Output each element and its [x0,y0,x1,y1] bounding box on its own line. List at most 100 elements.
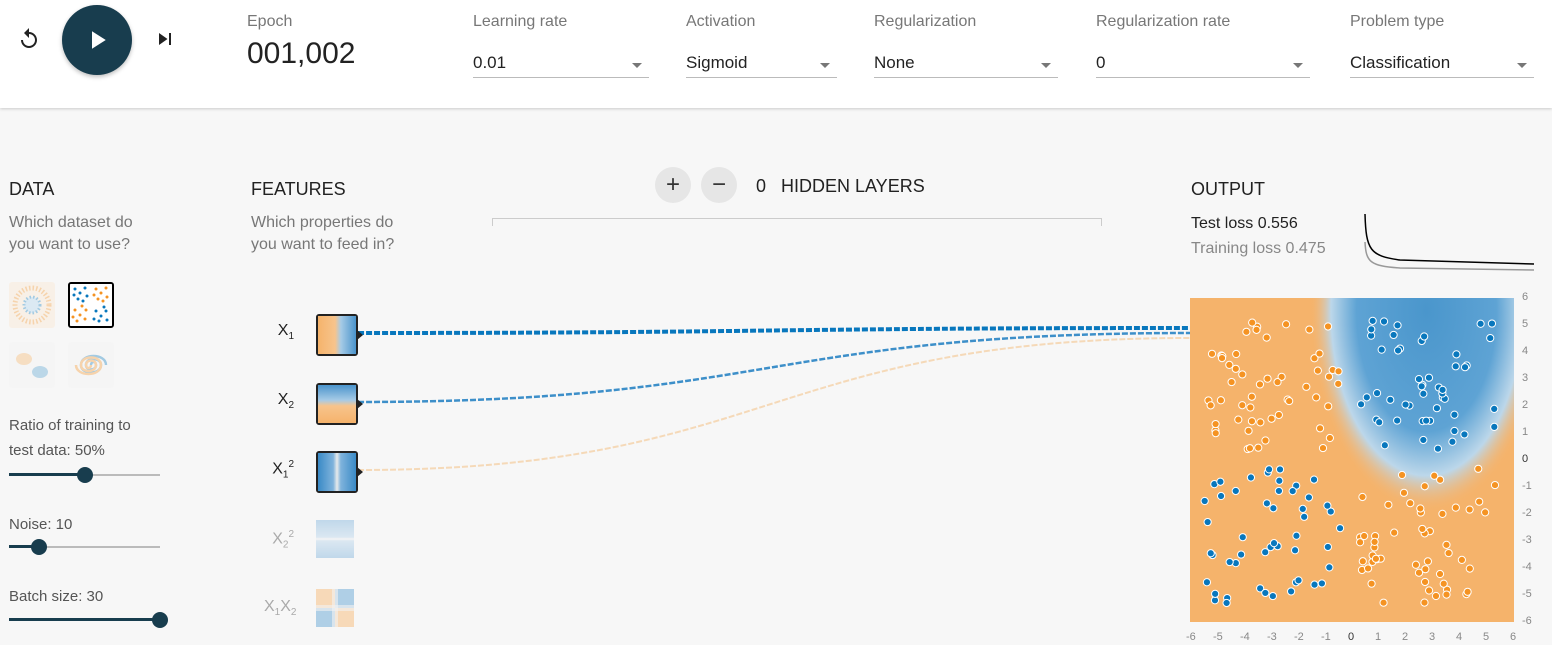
feature-x1-squared-node[interactable] [316,451,363,493]
data-point [1379,598,1388,607]
x-tick-label: 2 [1402,631,1409,643]
data-point [1420,577,1430,587]
y-tick-label: -3 [1522,534,1532,546]
remove-layer-button[interactable]: − [701,167,737,203]
data-point [1232,349,1241,359]
link-x1-output [357,326,1191,335]
data-point [1216,396,1225,405]
output-heading: OUTPUT [1191,179,1265,199]
data-point [1290,546,1300,555]
data-point [1457,555,1466,565]
feature-x2-squared-label: X22 [272,529,294,551]
plus-icon: + [665,171,680,198]
data-point [1281,320,1291,329]
y-tick-label: 5 [1522,318,1529,330]
hidden-layers-label: HIDDEN LAYERS [781,176,925,196]
data-point [1377,345,1386,354]
data-point [1411,560,1421,569]
data-point [1246,473,1256,482]
x-tick-label: -6 [1186,631,1196,643]
data-point [1474,464,1483,473]
hidden-layers-count: 0 [756,176,767,196]
data-point [1356,400,1366,409]
training-loss: Training loss 0.475 [1191,240,1326,257]
data-point [1452,350,1461,359]
data-point [1475,497,1484,506]
data-point [1324,402,1333,411]
data-point [1269,504,1278,513]
data-point [1288,487,1297,496]
data-point [1358,557,1367,566]
data-point [1442,590,1451,599]
test-loss: Test loss 0.556 [1191,215,1298,232]
data-point [1262,499,1271,508]
data-point [1424,373,1434,382]
data-point [1393,321,1402,330]
data-point [1206,401,1215,410]
x-tick-label: -1 [1321,631,1331,643]
data-point [1202,578,1212,587]
data-point [1384,500,1393,509]
data-point [1418,524,1427,534]
data-point [1450,426,1459,436]
data-point [1305,325,1314,334]
data-point [1227,377,1236,387]
data-point [1323,542,1332,552]
add-layer-button[interactable]: + [655,167,691,203]
feature-x2-node[interactable] [316,383,363,425]
data-point [1442,540,1451,549]
data-point [1368,316,1377,325]
data-point [1263,374,1272,383]
feature-x1x2-label: X1X2 [264,598,297,619]
node-connector [357,399,363,409]
data-point [1486,333,1495,343]
data-point [1302,382,1311,391]
x-tick-label: -3 [1267,631,1277,643]
x-tick-label: -4 [1240,631,1250,643]
data-point [1435,569,1445,579]
node-connector [357,330,363,340]
data-point [1261,588,1270,598]
data-point [1310,580,1319,589]
x1-squared-heatmap [318,453,356,491]
loss-curve-chart [1364,213,1535,271]
data-point [1309,475,1319,484]
data-point [1262,333,1271,342]
data-point [1203,517,1212,527]
data-point [1287,587,1296,596]
data-point [1317,579,1326,588]
x2-squared-heatmap [316,520,354,558]
x1-heatmap [318,316,356,354]
data-point [1238,401,1247,410]
data-point [1325,433,1334,443]
data-point [1237,550,1246,559]
data-point [1419,389,1428,398]
data-point [1439,579,1448,588]
data-point [1481,508,1490,517]
data-point [1225,360,1234,370]
data-point [1490,404,1499,414]
data-point [1264,465,1274,474]
data-point [1294,576,1303,585]
data-point [1490,480,1500,490]
data-point [1298,504,1307,514]
data-point [1363,564,1373,573]
data-point [1371,554,1381,563]
data-point [1490,422,1499,431]
data-point [1300,512,1309,521]
y-tick-label: -4 [1522,561,1532,573]
data-point [1430,471,1439,480]
minus-icon: − [711,171,726,198]
feature-x1x2-node[interactable] [316,589,354,627]
feature-x2-squared-node[interactable] [316,520,354,558]
data-point [1460,430,1469,439]
data-point [1451,362,1460,371]
y-tick-label: -2 [1522,507,1532,519]
data-point [1419,435,1428,445]
data-point [1420,332,1429,341]
data-point [1274,486,1284,496]
data-point [1448,437,1457,446]
data-point [1323,501,1332,510]
feature-x1-node[interactable] [316,314,363,356]
data-point [1256,418,1265,427]
